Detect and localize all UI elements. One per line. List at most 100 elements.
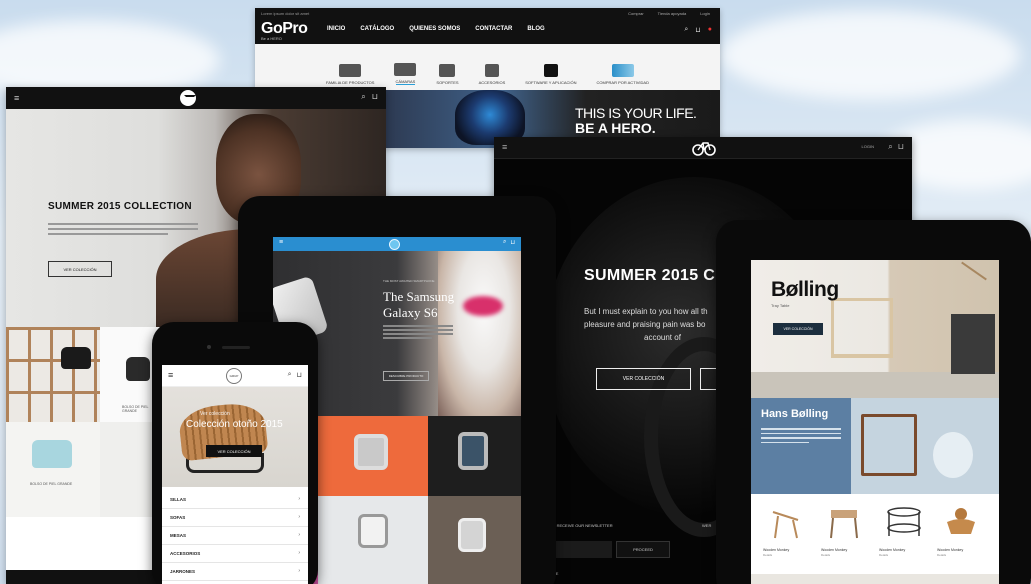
tray-cart-image xyxy=(887,507,921,536)
cloud xyxy=(720,10,1020,100)
smartwatch-image xyxy=(358,514,388,548)
product-caption: BOLSO DE PIEL GRANDE xyxy=(30,482,73,486)
samsung-header-icons: ⌕ ⊔ xyxy=(503,239,515,246)
phone-category-list: SILLAS › SOFAS › MESAS › ACCESORIOS › JARRON… xyxy=(162,487,308,584)
gopro-top-link[interactable]: Login xyxy=(700,11,710,16)
product-tile[interactable] xyxy=(428,496,521,584)
gopro-category-strip: FAMILIA DE PRODUCTOS CÁMARAS SOPORTES AC… xyxy=(255,44,720,90)
gopro-top-link[interactable]: Tienda apoyada xyxy=(658,11,687,16)
samsung-discover-button[interactable]: DESCUBRE PRODUCTO xyxy=(383,371,429,381)
notification-dot-icon: ● xyxy=(707,26,712,33)
front-camera-icon xyxy=(207,345,211,349)
bolling-tablet: Bølling Tray Table VER COLECCIÓN Hans Bø… xyxy=(716,220,1031,584)
gopro-category[interactable]: ACCESORIOS xyxy=(479,64,505,85)
fashion-logo-icon[interactable] xyxy=(180,90,196,106)
gopro-category[interactable]: SOPORTES xyxy=(436,64,459,85)
product-tile[interactable] xyxy=(318,496,428,584)
gopro-nav-item[interactable]: CATÁLOGO xyxy=(360,26,394,32)
product-tile[interactable] xyxy=(318,416,428,496)
search-icon[interactable]: ⌕ xyxy=(288,371,292,379)
gopro-nav-icons: ⌕ ⊔ ● xyxy=(684,26,712,34)
product-tile[interactable] xyxy=(100,422,156,517)
proceed-button[interactable]: PROCEED xyxy=(616,541,670,558)
gopro-category[interactable]: FAMILIA DE PRODUCTOS xyxy=(326,64,374,85)
samsung-logo-icon[interactable] xyxy=(389,239,400,250)
chevron-right-icon: › xyxy=(298,514,300,520)
gopro-nav-item[interactable]: INICIO xyxy=(327,26,345,32)
cart-icon[interactable]: ⊔ xyxy=(297,371,302,379)
newsletter-email-input[interactable] xyxy=(550,541,612,558)
shelf-image xyxy=(6,327,100,422)
software-icon xyxy=(543,64,558,77)
bike-login-link[interactable]: LOGIN xyxy=(862,144,874,149)
chevron-right-icon: › xyxy=(298,550,300,556)
gopro-category-active[interactable]: CÁMARAS xyxy=(394,63,417,85)
phone-logo[interactable]: GRUP xyxy=(226,368,242,384)
search-icon[interactable]: ⌕ xyxy=(888,142,892,152)
speaker-grille-icon xyxy=(222,346,250,349)
hamburger-menu-icon[interactable]: ≡ xyxy=(502,142,507,152)
hamburger-menu-icon[interactable]: ≡ xyxy=(168,370,173,380)
phone-hero-title: Colección otoño 2015 xyxy=(186,419,283,430)
product-card[interactable]: Wooden Monkey Details xyxy=(821,502,871,557)
bike-hero-title: SUMMER 2015 C xyxy=(584,267,716,284)
list-item-label: MESAS xyxy=(170,533,187,538)
phone-view-collection-button[interactable]: VER COLECCIÓN xyxy=(206,445,262,457)
list-item-label: SOFAS xyxy=(170,515,186,520)
list-item[interactable]: JARRONES › xyxy=(162,563,308,581)
fashion-view-collection-button[interactable]: VER COLECCIÓN xyxy=(48,261,112,277)
bolling-logo[interactable]: Bølling xyxy=(771,278,839,302)
product-tile[interactable]: BOLSO DE PIEL GRANDE xyxy=(100,327,156,422)
fashion-header: ≡ ⌕ ⊔ xyxy=(6,87,386,109)
product-card[interactable]: Wooden Monkey Details xyxy=(879,502,929,557)
mount-icon xyxy=(439,64,456,77)
gopro-nav-item[interactable]: BLOG xyxy=(527,26,544,32)
phone-header-icons: ⌕ ⊔ xyxy=(288,371,302,379)
gopro-nav-item[interactable]: QUIENES SOMOS xyxy=(409,26,460,32)
chair-image xyxy=(772,511,799,539)
cart-icon[interactable]: ⊔ xyxy=(372,92,378,102)
gopro-nav-item[interactable]: CONTACTAR xyxy=(475,26,512,32)
bolling-hero: Bølling Tray Table VER COLECCIÓN xyxy=(751,260,999,398)
gopro-category[interactable]: COMPRAR POR ACTIVIDAD xyxy=(597,64,649,85)
search-icon[interactable]: ⌕ xyxy=(684,26,688,34)
black-bag-image[interactable] xyxy=(61,347,91,369)
bike-hero-text: pleasure and praising pain was bo xyxy=(584,320,706,329)
decor-image xyxy=(933,432,973,478)
blue-bag-image xyxy=(32,440,72,468)
smartwatch-image xyxy=(458,432,488,470)
search-icon[interactable]: ⌕ xyxy=(361,92,365,102)
product-tile[interactable] xyxy=(428,416,521,496)
hamburger-menu-icon[interactable]: ≡ xyxy=(14,93,19,103)
cart-icon[interactable]: ⊔ xyxy=(510,239,515,246)
chevron-right-icon: › xyxy=(298,532,300,538)
fashion-hero-paragraph xyxy=(48,223,198,238)
bolling-subtitle: Tray Table xyxy=(771,303,790,308)
gopro-top-link[interactable]: Comprar xyxy=(628,11,644,16)
gopro-category-label: CÁMARAS xyxy=(395,79,416,85)
bolling-view-collection-button[interactable]: VER COLECCIÓN xyxy=(773,323,823,335)
newsletter-label: TO RECEIVE OUR NEWSLETTER xyxy=(550,523,613,528)
hamburger-menu-icon[interactable]: ≡ xyxy=(279,239,283,246)
list-item[interactable]: SOFAS › xyxy=(162,509,308,527)
designer-name: Hans Bølling xyxy=(761,408,829,420)
list-item-label: ACCESORIOS xyxy=(170,551,201,556)
product-card[interactable]: Wooden Monkey Details xyxy=(937,502,987,557)
cart-icon[interactable]: ⊔ xyxy=(695,26,700,34)
gopro-hero-line1: THIS IS YOUR LIFE. xyxy=(575,105,697,121)
cart-icon[interactable]: ⊔ xyxy=(898,142,904,152)
activity-icon xyxy=(611,64,634,77)
product-tile[interactable]: BOLSO DE PIEL GRANDE xyxy=(6,422,100,517)
product-card[interactable]: Wooden Monkey Details xyxy=(763,502,813,557)
phone-header: ≡ GRUP ⌕ ⊔ xyxy=(162,365,308,387)
gopro-tiny-text: Lorem ipsum dolor sit amet xyxy=(261,11,310,16)
chevron-right-icon: › xyxy=(298,496,300,502)
list-item[interactable]: SILLAS › xyxy=(162,491,308,509)
bike-view-collection-button[interactable]: VER COLECCIÓN xyxy=(596,368,691,390)
search-icon[interactable]: ⌕ xyxy=(503,239,506,246)
list-item[interactable]: MESAS › xyxy=(162,527,308,545)
list-item[interactable]: ACCESORIOS › xyxy=(162,545,308,563)
gopro-category[interactable]: SOFTWARE Y APLICACIÓN xyxy=(525,64,577,85)
bicycle-logo-icon[interactable] xyxy=(692,140,716,156)
gopro-header: Lorem ipsum dolor sit amet Comprar Tiend… xyxy=(255,8,720,44)
